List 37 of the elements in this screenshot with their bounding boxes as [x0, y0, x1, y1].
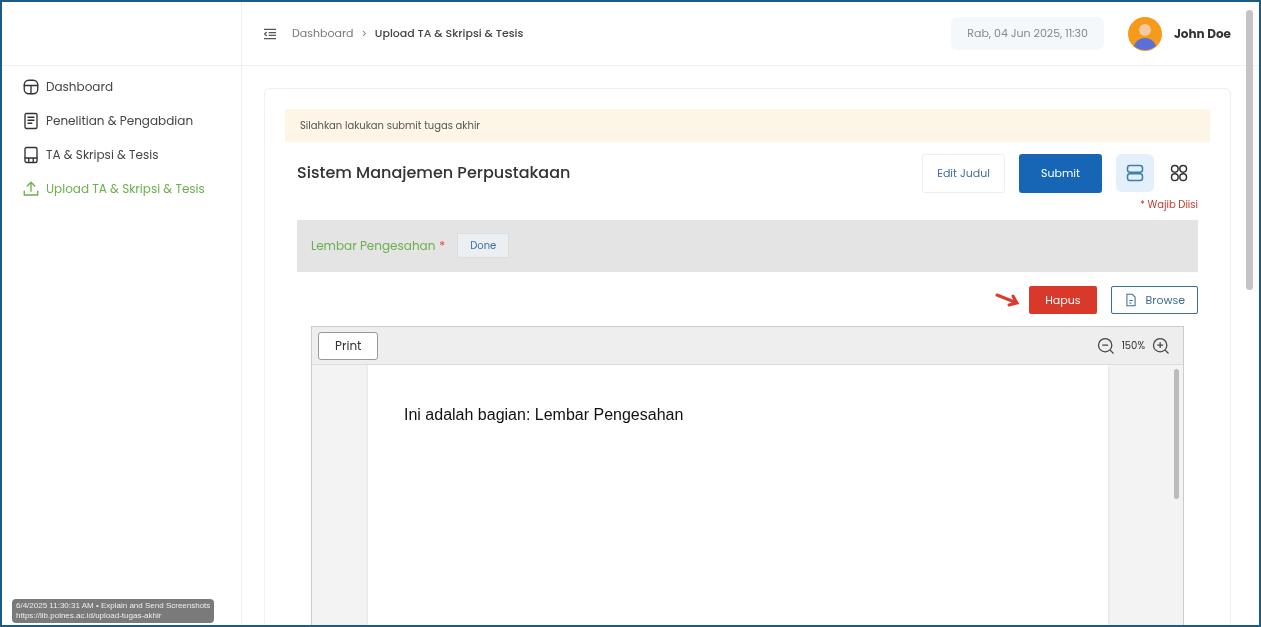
submit-button[interactable]: Submit: [1019, 154, 1102, 193]
required-mark: *: [439, 236, 446, 255]
section-label: Lembar Pengesahan: [311, 236, 436, 255]
zoom-out-icon[interactable]: [1095, 335, 1116, 356]
delete-button[interactable]: Hapus: [1029, 285, 1097, 314]
arrow-annotation-icon: [995, 291, 1022, 308]
status-badge: Done: [457, 233, 510, 258]
panel-icon: [22, 78, 40, 96]
sidebar-item[interactable]: TA & Skripsi & Tesis: [22, 146, 241, 164]
grid-icon: [1169, 163, 1189, 184]
book-icon: [22, 146, 40, 164]
required-note: * Wajib Diisi: [1139, 196, 1198, 212]
page-title: Sistem Manajemen Perpustakaan: [297, 161, 571, 186]
list-view-button[interactable]: [1116, 154, 1154, 193]
document-icon: [22, 112, 40, 130]
breadcrumb-link[interactable]: Dashboard: [292, 25, 354, 42]
scrollbar-thumb[interactable]: [1174, 369, 1179, 499]
avatar-icon[interactable]: [1127, 16, 1162, 51]
breadcrumb-current: Upload TA & Skripsi & Tesis: [374, 25, 524, 42]
alert-banner: Silahkan lakukan submit tugas akhir: [285, 109, 1210, 142]
zoom-level: 150%: [1121, 338, 1145, 353]
rows-icon: [1125, 163, 1145, 184]
breadcrumb-separator: >: [361, 26, 367, 41]
file-icon: [1123, 292, 1138, 307]
upload-icon: [22, 180, 40, 198]
date-time-badge: Rab, 04 Jun 2025, 11:30: [951, 17, 1104, 50]
scrollbar-thumb[interactable]: [1246, 10, 1253, 290]
capture-url: https://lib.polnes.ac.id/upload-tugas-akhir: [16, 611, 163, 621]
user-name[interactable]: John Doe: [1173, 24, 1231, 43]
capture-timestamp: 6/4/2025 11:30:31 AM • Explain and Send Screenshots: [16, 601, 211, 611]
edit-title-button[interactable]: Edit Judul: [922, 154, 1005, 193]
sidebar-item[interactable]: Dashboard: [22, 78, 241, 96]
page-text: Ini adalah bagian: Lembar Pengesahan: [404, 405, 685, 425]
browse-button[interactable]: Browse: [1110, 285, 1198, 314]
zoom-in-icon[interactable]: [1151, 335, 1171, 356]
print-button[interactable]: Print: [318, 331, 379, 360]
sidebar-item[interactable]: Penelitian & Pengabdian: [22, 112, 241, 130]
